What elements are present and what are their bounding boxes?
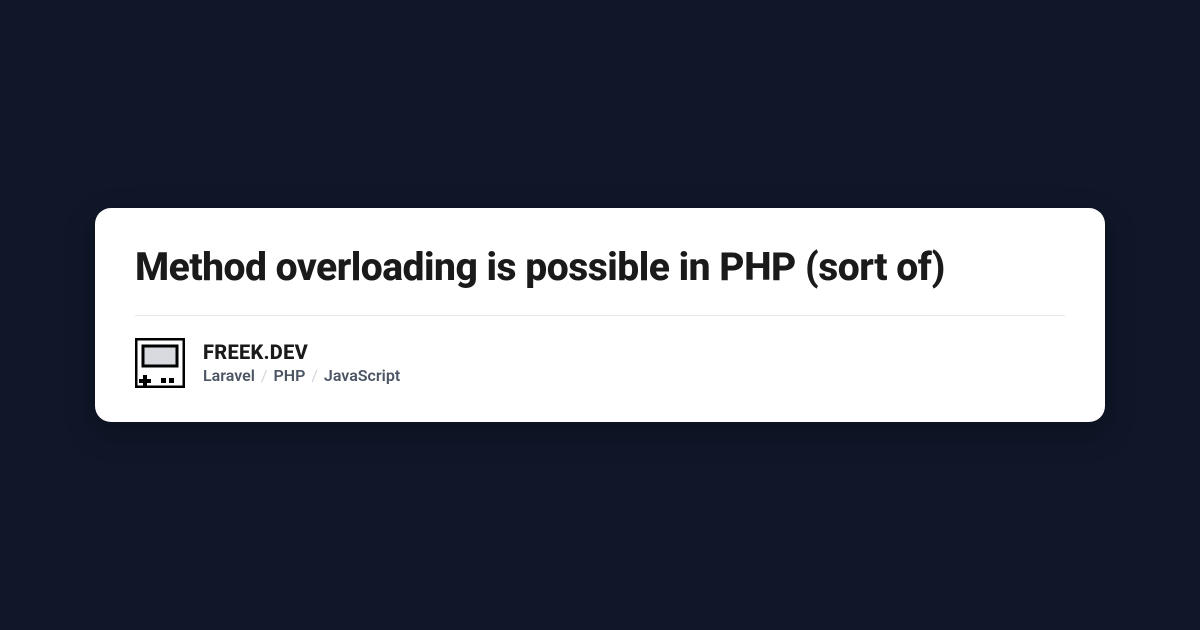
tag-separator: /	[261, 366, 268, 385]
site-name: FREEK.DEV	[203, 340, 400, 364]
tag: JavaScript	[324, 366, 400, 385]
gameboy-icon	[135, 338, 185, 388]
tag: PHP	[273, 366, 305, 385]
tags-line: Laravel / PHP / JavaScript	[203, 366, 400, 385]
divider	[135, 315, 1065, 316]
tag: Laravel	[203, 366, 255, 385]
tag-separator: /	[311, 366, 318, 385]
card-footer: FREEK.DEV Laravel / PHP / JavaScript	[135, 338, 1065, 388]
site-meta: FREEK.DEV Laravel / PHP / JavaScript	[203, 340, 400, 385]
article-title: Method overloading is possible in PHP (s…	[135, 244, 1065, 291]
social-card: Method overloading is possible in PHP (s…	[95, 208, 1105, 422]
